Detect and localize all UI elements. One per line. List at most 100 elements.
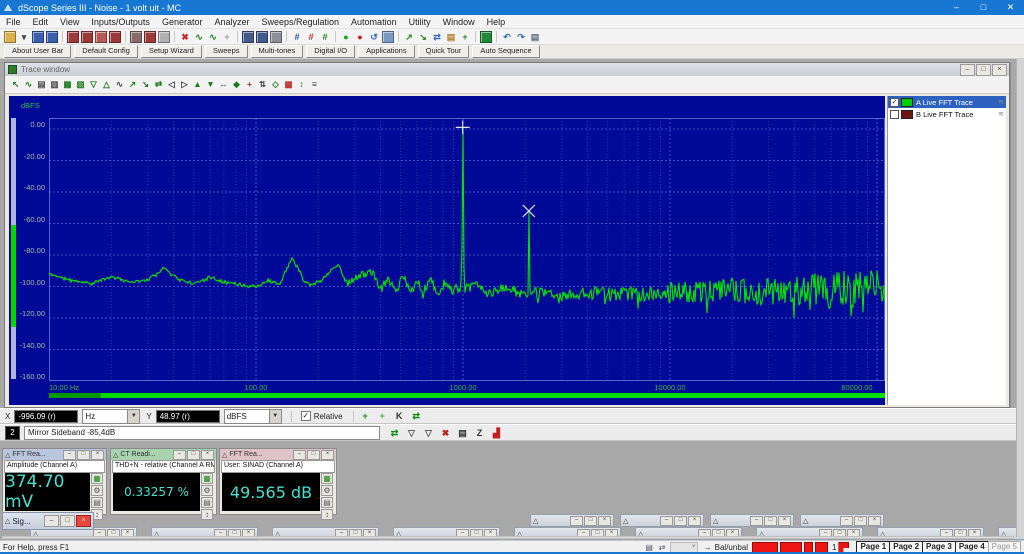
toolbar-icon[interactable]: ⇄ xyxy=(431,31,443,43)
menu-edit[interactable]: Edit xyxy=(27,17,55,27)
cursor-x-value[interactable]: -996.09 (r) xyxy=(14,410,78,423)
toolbar-icon[interactable]: ∿ xyxy=(114,79,125,90)
readout-tool-icon[interactable]: ▤ xyxy=(201,497,213,508)
maximize-icon[interactable]: □ xyxy=(77,450,90,460)
signal-window-minimized[interactable]: △ Sig... – □ × xyxy=(2,512,94,530)
toolbar-icon[interactable]: ▤ xyxy=(456,427,469,439)
menu-inputs-outputs[interactable]: Inputs/Outputs xyxy=(85,17,156,27)
toolbar-icon[interactable]: ▾ xyxy=(18,31,30,43)
toolbar-icon[interactable]: ▤ xyxy=(529,31,541,43)
minimized-window-bar[interactable]: △–□× xyxy=(620,514,704,527)
trace-close-icon[interactable]: × xyxy=(992,64,1007,76)
toolbar-icon[interactable]: ↗ xyxy=(403,31,415,43)
toolbar-icon[interactable]: ∿ xyxy=(23,79,34,90)
minimized-window-bar[interactable]: △–□× xyxy=(800,514,884,527)
toolbar-icon[interactable]: ✖ xyxy=(179,31,191,43)
close-icon[interactable]: × xyxy=(76,515,91,527)
trace-maximize-icon[interactable]: □ xyxy=(976,64,991,76)
toolbar-icon[interactable]: ≡ xyxy=(309,79,320,90)
toolbar-icon[interactable]: K xyxy=(393,410,406,422)
mdi-vertical-scrollbar[interactable] xyxy=(1016,59,1024,537)
chevron-down-icon[interactable]: ▼ xyxy=(127,410,139,423)
menu-help[interactable]: Help xyxy=(481,17,512,27)
toolbar-icon[interactable]: ↔ xyxy=(218,79,229,90)
restore-icon[interactable]: – xyxy=(44,515,59,527)
close-icon[interactable]: × xyxy=(321,450,334,460)
toolbar-icon[interactable]: ● xyxy=(354,31,366,43)
minimize-icon[interactable]: – xyxy=(173,450,186,460)
close-icon[interactable]: × xyxy=(201,450,214,460)
toolbar-icon[interactable]: ↺ xyxy=(368,31,380,43)
trace-window-titlebar[interactable]: Trace window – □ × xyxy=(5,63,1009,77)
toolbar-icon[interactable]: ▷ xyxy=(179,79,190,90)
statusbar-dropdown[interactable]: ▼ xyxy=(670,542,698,554)
readout-tool-icon[interactable]: ⚙ xyxy=(321,485,333,496)
maximize-icon[interactable]: □ xyxy=(674,516,687,526)
toolbar-icon[interactable] xyxy=(256,31,268,43)
about-user-bar-button[interactable]: About User Bar xyxy=(4,45,71,58)
toolbar-icon[interactable]: △ xyxy=(101,79,112,90)
maximize-icon[interactable]: □ xyxy=(60,515,75,527)
page-tab-page-2[interactable]: Page 2 xyxy=(889,541,923,554)
restore-icon[interactable]: – xyxy=(570,516,583,526)
readout-titlebar[interactable]: △FFT Rea...–□× xyxy=(220,449,336,460)
readout-window-1[interactable]: △FFT Rea...–□×Amplitude (Channel A)374.7… xyxy=(2,448,107,515)
readout-window-2[interactable]: △CT Readi...–□×THD+N - relative (Channel… xyxy=(110,448,217,515)
toolbar-icon[interactable] xyxy=(270,31,282,43)
minimize-icon[interactable]: – xyxy=(293,450,306,460)
maximize-icon[interactable]: □ xyxy=(970,0,997,15)
trace-minimize-icon[interactable]: – xyxy=(960,64,975,76)
menu-automation[interactable]: Automation xyxy=(345,17,403,27)
toolbar-icon[interactable]: ↘ xyxy=(140,79,151,90)
toolbar-icon[interactable] xyxy=(67,31,79,43)
fft-trace-chart[interactable] xyxy=(49,118,885,381)
toolbar-icon[interactable]: # xyxy=(319,31,331,43)
maximize-icon[interactable]: □ xyxy=(307,450,320,460)
toolbar-icon[interactable]: + xyxy=(221,31,233,43)
maximize-icon[interactable]: □ xyxy=(854,516,867,526)
toolbar-icon[interactable]: # xyxy=(291,31,303,43)
toolbar-icon[interactable]: ⇄ xyxy=(410,410,423,422)
mdi-horizontal-scrollbar[interactable] xyxy=(2,536,1014,539)
toolbar-icon[interactable]: ◁ xyxy=(166,79,177,90)
toolbar-icon[interactable]: ▤ xyxy=(445,31,457,43)
printer-icon[interactable]: ▤ xyxy=(644,543,655,553)
toolbar-icon[interactable]: ▽ xyxy=(422,427,435,439)
toolbar-icon[interactable]: ▩ xyxy=(283,79,294,90)
readout-tool-icon[interactable]: ▤ xyxy=(321,497,333,508)
toolbar-icon[interactable]: ◆ xyxy=(231,79,242,90)
digital-i-o-button[interactable]: Digital I/O xyxy=(306,45,355,58)
toolbar-icon[interactable]: ∿ xyxy=(193,31,205,43)
toolbar-icon[interactable]: ◇ xyxy=(270,79,281,90)
toolbar-icon[interactable] xyxy=(242,31,254,43)
readout-titlebar[interactable]: △CT Readi...–□× xyxy=(111,449,216,460)
close-icon[interactable]: × xyxy=(778,516,791,526)
readout-tool-icon[interactable]: ▦ xyxy=(201,473,213,484)
toolbar-icon[interactable]: ↕ xyxy=(296,79,307,90)
close-icon[interactable]: × xyxy=(91,450,104,460)
marker-text-field[interactable]: Mirror Sideband -85,4dB xyxy=(24,426,380,440)
readout-tool-icon[interactable]: ▦ xyxy=(321,473,333,484)
toolbar-icon[interactable]: ▲ xyxy=(192,79,203,90)
toolbar-icon[interactable]: ↘ xyxy=(417,31,429,43)
close-icon[interactable]: × xyxy=(688,516,701,526)
vertical-range-bar[interactable] xyxy=(11,118,16,379)
page-tab-page-5[interactable]: Page 5 xyxy=(988,541,1021,554)
legend-checkbox[interactable] xyxy=(890,110,899,119)
legend-row-b[interactable]: B Live FFT Trace≋ xyxy=(888,108,1006,120)
readout-titlebar[interactable]: △FFT Rea...–□× xyxy=(3,449,106,460)
legend-scale-icon[interactable]: ≋ xyxy=(998,110,1004,118)
maximize-icon[interactable]: □ xyxy=(584,516,597,526)
toolbar-icon[interactable] xyxy=(4,31,16,43)
toolbar-icon[interactable]: ● xyxy=(340,31,352,43)
toolbar-icon[interactable]: # xyxy=(305,31,317,43)
readout-tool-icon[interactable]: ↕ xyxy=(201,509,213,520)
menu-sweeps-regulation[interactable]: Sweeps/Regulation xyxy=(255,17,345,27)
cursor-y-unit-select[interactable]: dBFS ▼ xyxy=(224,409,282,424)
restore-icon[interactable]: – xyxy=(750,516,763,526)
toolbar-icon[interactable]: ↶ xyxy=(501,31,513,43)
relative-checkbox[interactable]: ✓ xyxy=(301,411,311,421)
toolbar-icon[interactable]: ✖ xyxy=(439,427,452,439)
toolbar-icon[interactable]: ⇅ xyxy=(257,79,268,90)
toolbar-icon[interactable]: + xyxy=(359,410,372,422)
